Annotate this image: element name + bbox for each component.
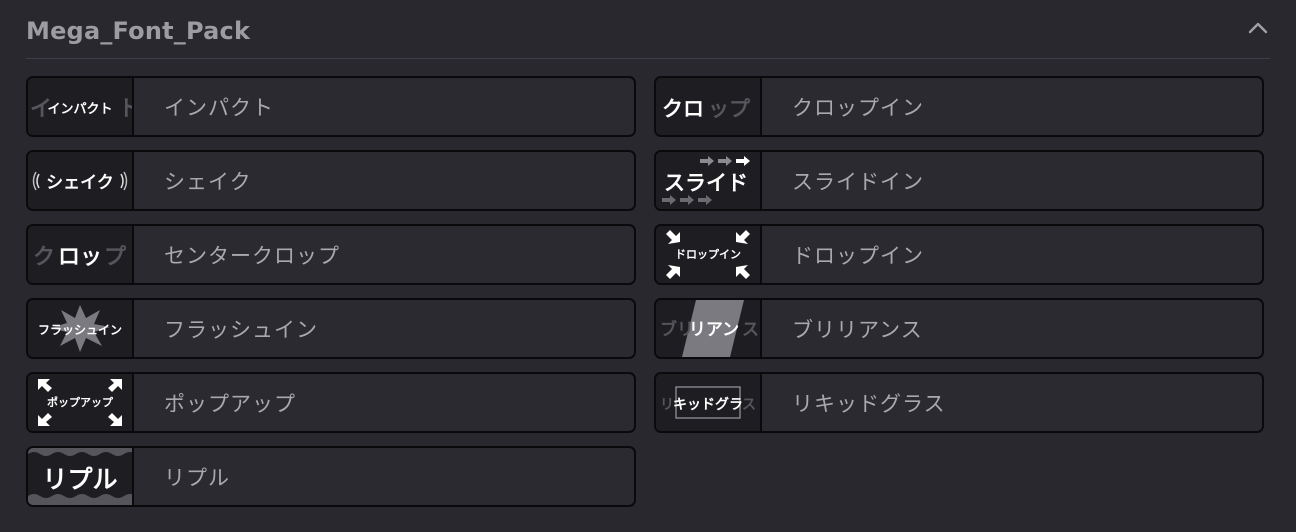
thumb-left-text: リ xyxy=(660,397,674,413)
effect-label: センタークロップ xyxy=(164,243,340,268)
effect-label: フラッシュイン xyxy=(164,317,318,342)
thumb-right-text: ス xyxy=(742,320,759,340)
chevron-up-icon[interactable] xyxy=(1246,18,1270,38)
thumb-text: シェイク xyxy=(46,173,114,193)
thumb-text: フラッシュイン xyxy=(38,323,122,337)
effect-label: リキッドグラス xyxy=(792,391,946,416)
effect-tile-crop-in[interactable]: クロ ップ クロップイン xyxy=(654,76,1264,137)
panel-title: Mega_Font_Pack xyxy=(26,17,251,45)
thumb-text: ドロップイン xyxy=(675,247,741,261)
thumbnail-shake: シェイク xyxy=(28,152,134,209)
thumbnail-ripple: リプル xyxy=(28,448,134,505)
thumbnail-crop-in: クロ ップ xyxy=(656,78,762,135)
effect-tile-flash-in[interactable]: フラッシュイン フラッシュイン xyxy=(26,298,636,359)
thumbnail-brilliance: ブリ リアン ス xyxy=(656,300,762,357)
effects-grid: イ ト インパクト インパクト シェイク シェイク ク ロッ プ センタークロッ… xyxy=(26,76,1264,507)
effect-tile-impact[interactable]: イ ト インパクト インパクト xyxy=(26,76,636,137)
thumbnail-slide-in: スライド xyxy=(656,152,762,209)
effect-label: ドロップイン xyxy=(792,243,924,268)
effect-label: ブリリアンス xyxy=(792,317,923,342)
effect-tile-ripple[interactable]: リプル リプル xyxy=(26,446,636,507)
effect-label: インパクト xyxy=(164,95,274,120)
thumbnail-liquid-glass: リ キッドグラ ス xyxy=(656,374,762,431)
effect-label: リプル xyxy=(164,465,230,490)
panel-header: Mega_Font_Pack xyxy=(26,0,1270,59)
thumb-text: リアン xyxy=(689,320,739,340)
thumb-text: キッドグラ xyxy=(673,396,743,413)
effect-tile-center-crop[interactable]: ク ロッ プ センタークロップ xyxy=(26,224,636,285)
thumbnail-center-crop: ク ロッ プ xyxy=(28,226,134,283)
effect-label: ポップアップ xyxy=(164,391,296,416)
thumb-right-text: ス xyxy=(742,397,756,413)
thumbnail-drop-in: ドロップイン xyxy=(656,226,762,283)
effect-tile-slide-in[interactable]: スライド スライドイン xyxy=(654,150,1264,211)
effect-label: クロップイン xyxy=(792,95,924,120)
thumb-text: クロ xyxy=(662,97,704,121)
effect-tile-brilliance[interactable]: ブリ リアン ス ブリリアンス xyxy=(654,298,1264,359)
thumb-right-text: プ xyxy=(104,245,127,270)
thumb-text: ポップアップ xyxy=(47,395,114,409)
effect-tile-drop-in[interactable]: ドロップイン ドロップイン xyxy=(654,224,1264,285)
thumbnail-impact: イ ト インパクト xyxy=(28,78,134,135)
effect-label: シェイク xyxy=(164,169,252,194)
thumbnail-pop-up: ポップアップ xyxy=(28,374,134,431)
thumb-text: インパクト xyxy=(47,102,112,117)
effect-tile-pop-up[interactable]: ポップアップ ポップアップ xyxy=(26,372,636,433)
thumb-text: スライド xyxy=(664,171,748,195)
thumb-dim-text: ップ xyxy=(708,97,751,121)
effect-tile-shake[interactable]: シェイク シェイク xyxy=(26,150,636,211)
thumb-left-text: ク xyxy=(33,245,55,270)
thumb-text: リプル xyxy=(42,465,117,494)
effect-label: スライドイン xyxy=(792,169,924,194)
effect-tile-liquid-glass[interactable]: リ キッドグラ ス リキッドグラス xyxy=(654,372,1264,433)
thumb-text: ロッ xyxy=(58,245,102,270)
thumbnail-flash-in: フラッシュイン xyxy=(28,300,134,357)
